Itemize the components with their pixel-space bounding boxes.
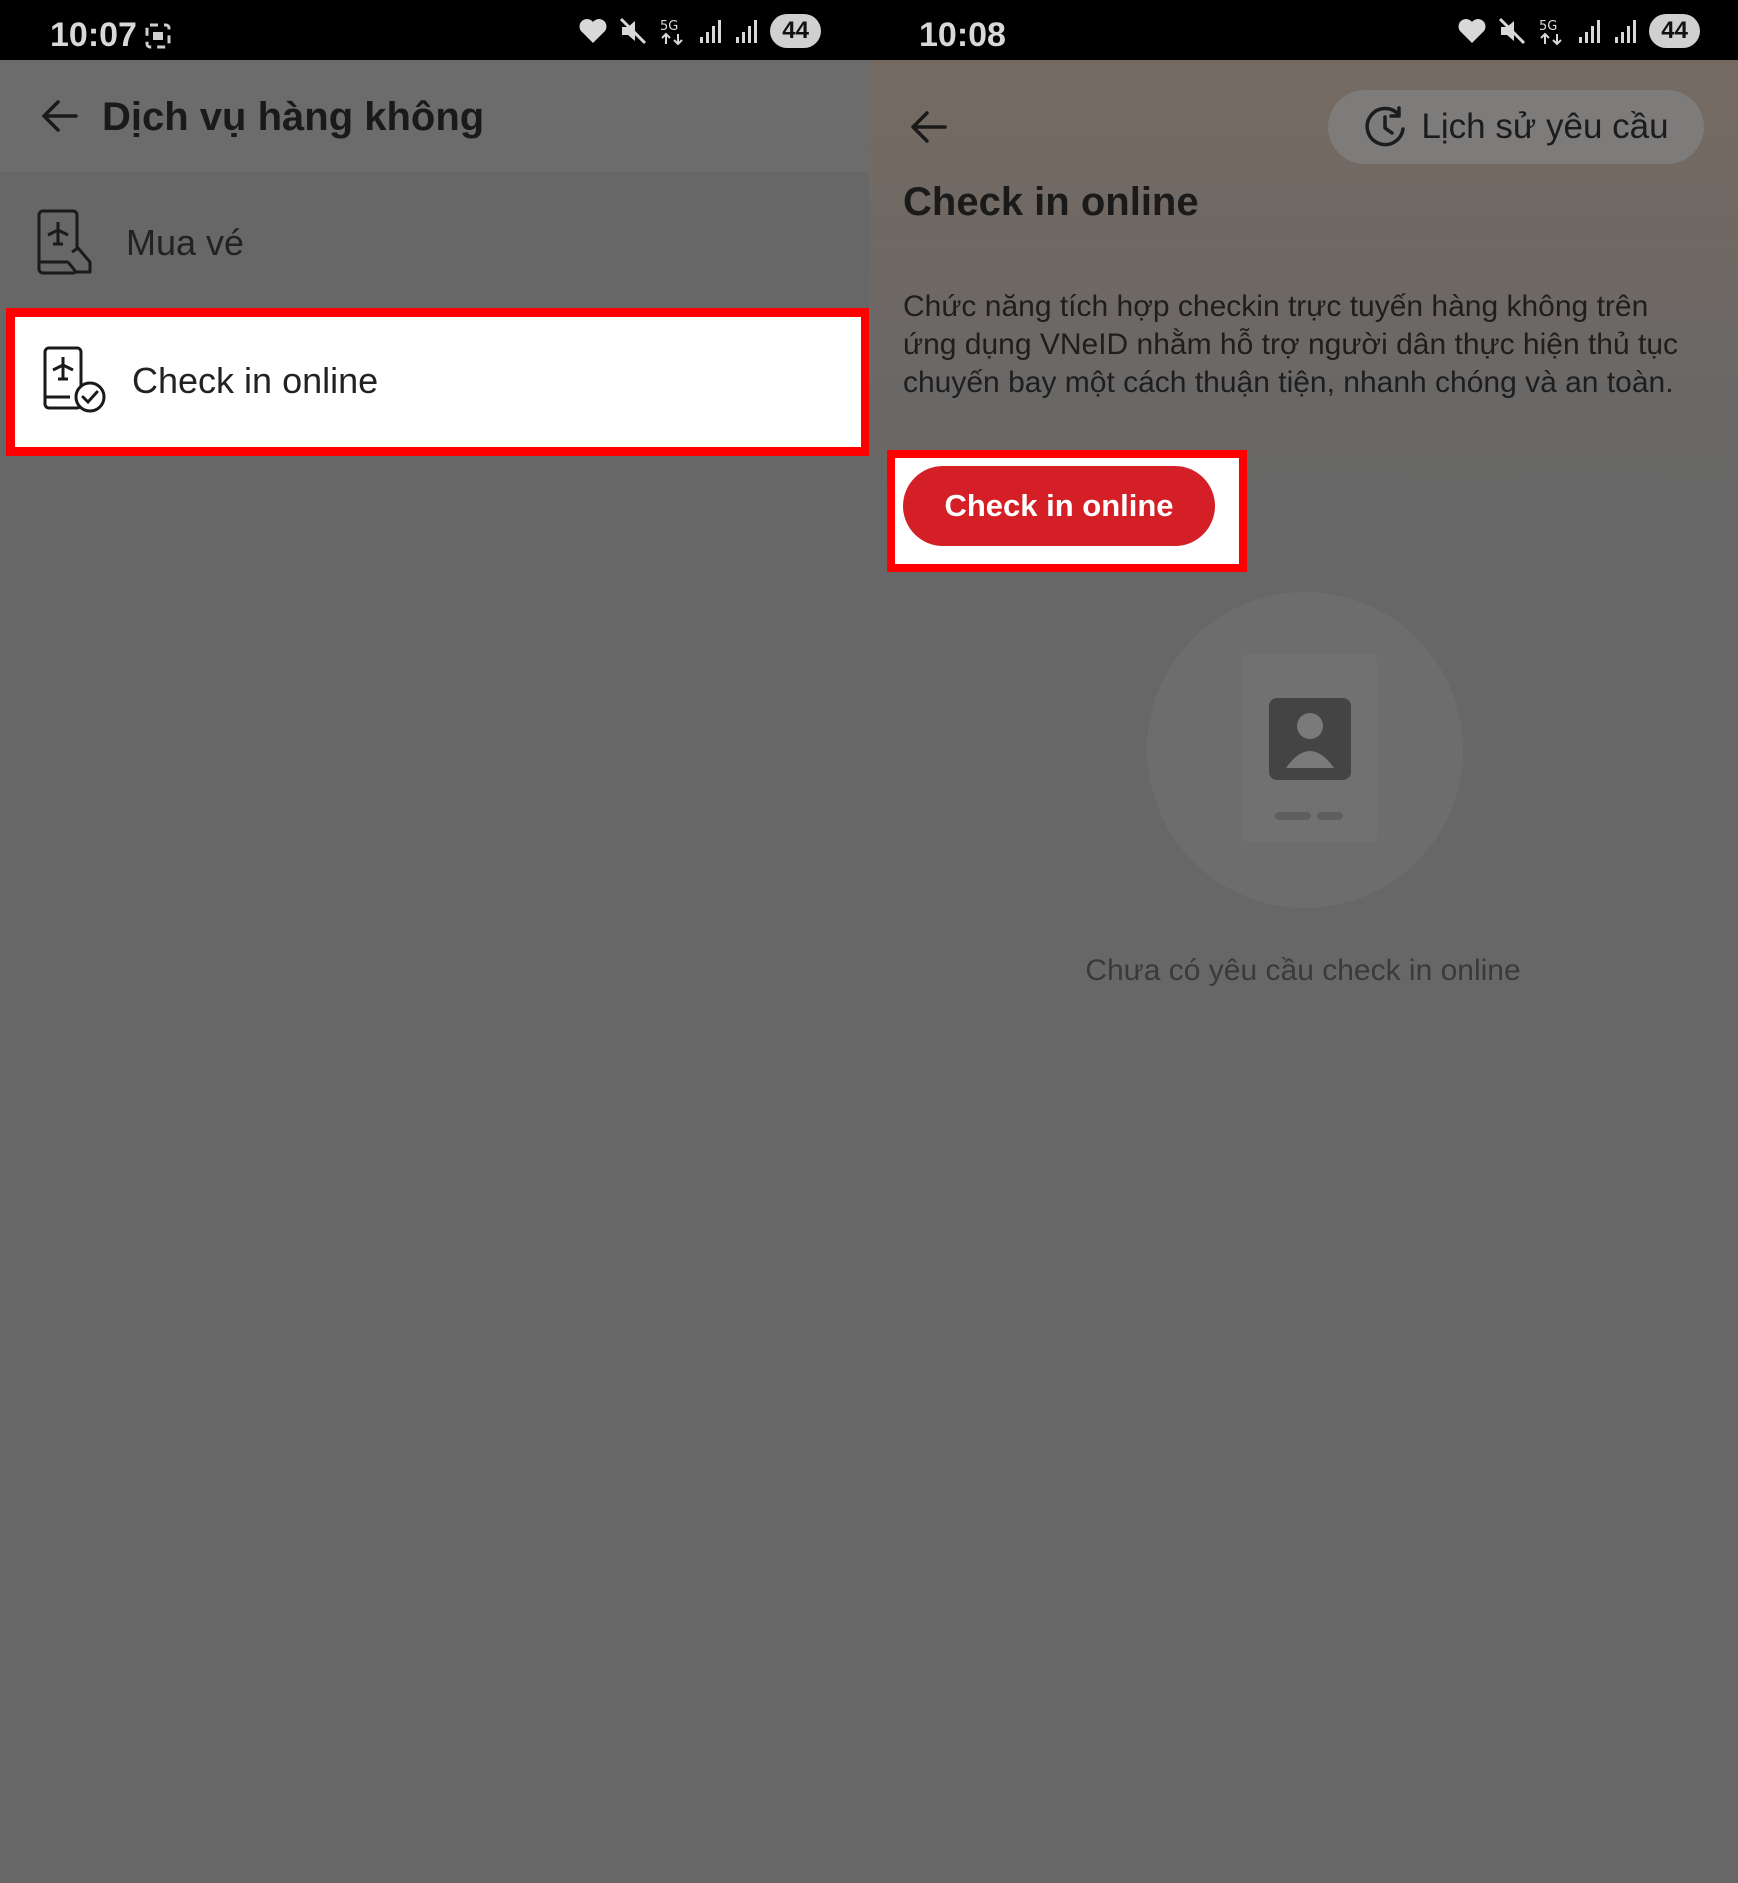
empty-state-text: Chưa có yêu cầu check in online (869, 954, 1738, 988)
svg-text:5G: 5G (1539, 19, 1557, 34)
signal-icon (1579, 20, 1601, 43)
page-title: Check in online (903, 180, 1199, 224)
status-icons: 5G 44 (1457, 14, 1700, 48)
check-in-online-button[interactable]: Check in online (903, 466, 1215, 546)
status-time: 10:08 (919, 16, 1006, 54)
network-5g-icon: 5G (660, 19, 684, 46)
back-arrow-icon[interactable] (909, 109, 947, 145)
network-5g-icon: 5G (1539, 19, 1563, 46)
request-history-label: Lịch sử yêu cầu (1421, 107, 1669, 146)
empty-state-label: Chưa có yêu cầu check in online (1085, 954, 1521, 987)
page-title: Dịch vụ hàng không (102, 95, 485, 139)
history-clock-icon (1365, 106, 1406, 147)
right-screen: 10:08 5G 44 Lịch sử yêu cầu Check in onl… (869, 0, 1738, 1883)
status-icons: 5G 44 (578, 14, 821, 48)
menu-item-label: Mua vé (126, 222, 245, 263)
menu-item-check-in-online[interactable]: Check in online (6, 308, 869, 456)
status-bar: 10:07 5G 44 (0, 0, 869, 60)
screenshot-icon (145, 23, 171, 49)
heart-icon (579, 19, 607, 43)
menu-item-label: Check in online (132, 360, 379, 401)
back-arrow-icon[interactable] (40, 98, 78, 134)
status-time: 10:07 (50, 16, 137, 54)
left-screen: 10:07 5G 44 Dịch vụ hàng không Mua vé Ch… (0, 0, 869, 1883)
menu-item-mua-ve[interactable]: Mua vé (0, 172, 869, 304)
status-bar: 10:08 5G 44 (869, 0, 1738, 60)
svg-text:5G: 5G (660, 19, 678, 34)
battery-indicator: 44 (770, 14, 821, 48)
signal-icon (700, 20, 722, 43)
battery-indicator: 44 (1649, 14, 1700, 48)
heart-icon (1458, 19, 1486, 43)
id-card-icon (1147, 592, 1463, 908)
signal-icon (1615, 20, 1637, 43)
service-description: Chức năng tích hợp checkin trực tuyến hà… (903, 290, 1679, 399)
signal-icon (736, 20, 758, 43)
mute-icon (1499, 17, 1526, 45)
plane-phone-check-icon (43, 346, 106, 413)
mute-icon (620, 17, 647, 45)
plane-phone-hand-icon (37, 209, 92, 275)
request-history-button[interactable]: Lịch sử yêu cầu (1328, 90, 1704, 164)
